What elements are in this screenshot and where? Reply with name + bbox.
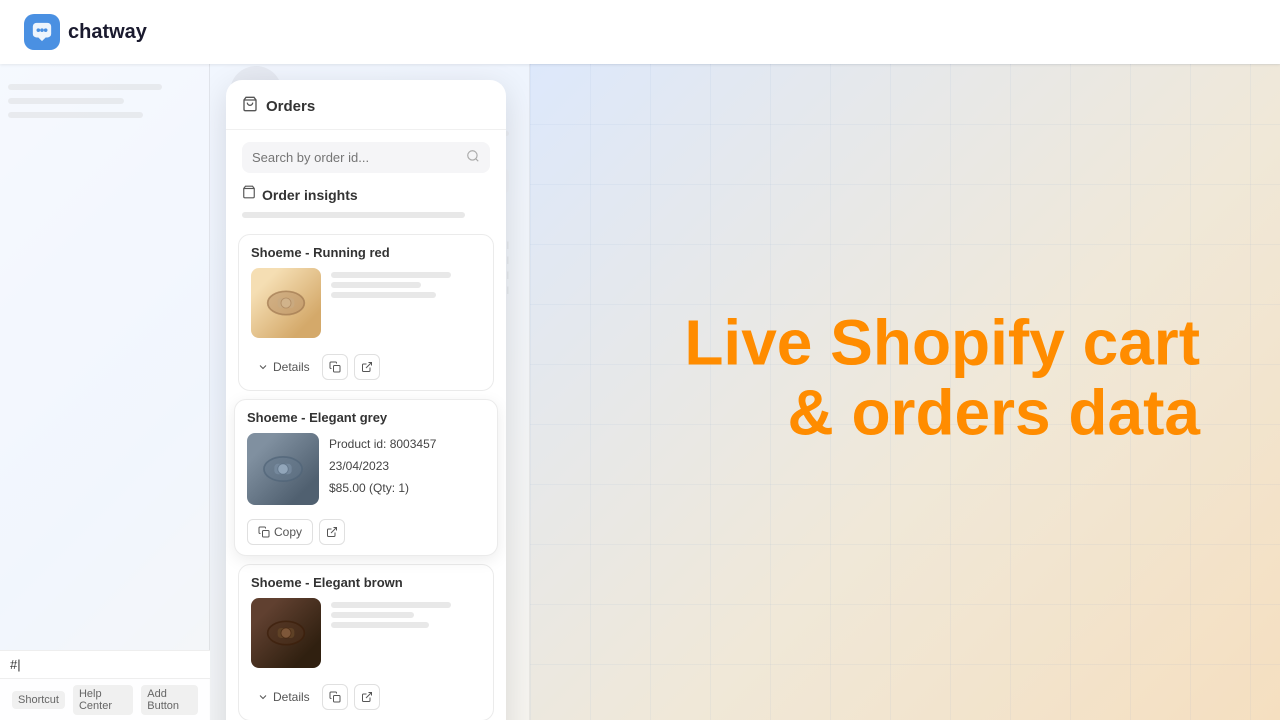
copy-button-2[interactable]: Copy <box>247 519 313 545</box>
text-input[interactable]: #| <box>0 650 210 678</box>
product-name-1: Shoeme - Running red <box>239 235 493 268</box>
product-image-1 <box>251 268 321 338</box>
product-id-text: Product id: 8003457 <box>329 435 485 453</box>
product-details-2: Product id: 8003457 23/04/2023 $85.00 (Q… <box>329 433 485 505</box>
chat-area: weden +5 ▼ Data 8888.cloudwaysapps.com) … <box>210 64 530 720</box>
copy-icon-1[interactable] <box>322 354 348 380</box>
hero-line-1: Live Shopify cart & orders data <box>684 308 1200 449</box>
order-insights: Order insights <box>226 185 506 234</box>
order-insights-title: Order insights <box>262 187 358 203</box>
product-image-3 <box>251 598 321 668</box>
external-link-icon-1[interactable] <box>354 354 380 380</box>
order-insights-header: Order insights <box>242 185 490 204</box>
right-content: Live Shopify cart & orders data <box>530 64 1280 720</box>
shortcut-button[interactable]: Shortcut <box>12 691 65 709</box>
product-card-3: Shoeme - Elegant brown <box>238 564 494 720</box>
logo: chatway <box>24 14 147 50</box>
product-body-2: Product id: 8003457 23/04/2023 $85.00 (Q… <box>235 433 497 515</box>
product-footer-1: Details <box>239 348 493 390</box>
orders-panel: Orders <box>226 80 506 720</box>
app-header: chatway <box>0 0 1280 64</box>
main-content: Shortcut Help Center Add Button #| <box>0 64 1280 720</box>
product-name-3: Shoeme - Elegant brown <box>239 565 493 598</box>
product-meta-1 <box>331 268 481 302</box>
orders-icon <box>242 96 258 117</box>
search-bar[interactable] <box>242 142 490 173</box>
product-name-2: Shoeme - Elegant grey <box>235 400 497 433</box>
logo-text: chatway <box>68 21 147 44</box>
external-link-icon-3[interactable] <box>354 684 380 710</box>
search-icon <box>466 149 480 166</box>
left-sidebar: Shortcut Help Center Add Button #| <box>0 64 210 720</box>
product-meta-3 <box>331 598 481 632</box>
orders-header: Orders <box>226 80 506 130</box>
skeleton-1 <box>242 212 465 218</box>
logo-icon <box>24 14 60 50</box>
hero-text: Live Shopify cart & orders data <box>684 308 1200 449</box>
product-body-3 <box>239 598 493 678</box>
product-date: 23/04/2023 <box>329 457 485 475</box>
search-input[interactable] <box>252 150 460 165</box>
orders-title: Orders <box>266 98 315 115</box>
product-price: $85.00 (Qty: 1) <box>329 479 485 497</box>
order-insights-icon <box>242 185 256 204</box>
details-button-1[interactable]: Details <box>251 356 316 378</box>
product-body-1 <box>239 268 493 348</box>
product-card-2: Shoeme - Elegant grey Product id: 800345… <box>234 399 498 556</box>
details-button-3[interactable]: Details <box>251 686 316 708</box>
product-footer-3: Details <box>239 678 493 720</box>
product-actions-2: Copy <box>235 515 497 555</box>
bottom-toolbar: Shortcut Help Center Add Button <box>0 678 210 720</box>
copy-icon-3[interactable] <box>322 684 348 710</box>
product-card-1: Shoeme - Running red <box>238 234 494 391</box>
add-button[interactable]: Add Button <box>141 685 198 715</box>
help-center-button[interactable]: Help Center <box>73 685 133 715</box>
product-image-2 <box>247 433 319 505</box>
external-link-icon-2[interactable] <box>319 519 345 545</box>
